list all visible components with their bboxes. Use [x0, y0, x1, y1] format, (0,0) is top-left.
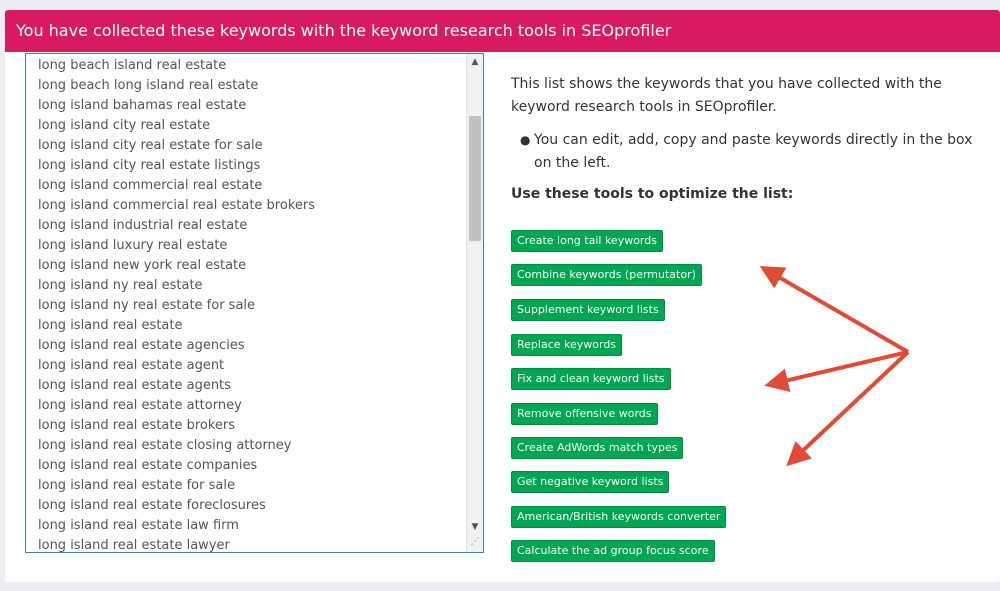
arrow-to-middle: [764, 350, 909, 392]
arrow-to-top: [759, 265, 910, 354]
arrow-to-bottom: [786, 350, 910, 467]
annotation-arrows: [759, 265, 910, 467]
